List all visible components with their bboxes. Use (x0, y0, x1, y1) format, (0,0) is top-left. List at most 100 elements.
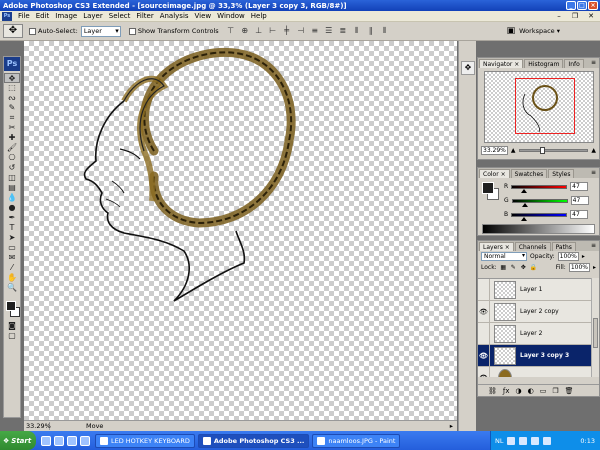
blur-tool-icon[interactable]: 💧 (4, 193, 20, 203)
color-foreground-swatch[interactable] (482, 182, 494, 194)
task-led-keyboard[interactable]: LED HOTKEY KEYBOARD (95, 433, 195, 448)
path-selection-icon[interactable]: ➤ (4, 233, 20, 243)
delete-layer-icon[interactable]: 🗑 (565, 387, 574, 395)
opacity-arrow-icon[interactable]: ▸ (582, 253, 585, 260)
quicklaunch-app-icon[interactable] (80, 435, 90, 446)
layers-scrollbar[interactable] (591, 278, 599, 377)
zoom-in-icon[interactable]: ▲ (591, 147, 596, 154)
healing-brush-icon[interactable]: ✚ (4, 133, 20, 143)
bridge-icon[interactable]: ▣ (507, 26, 516, 36)
panel-menu-icon[interactable]: ≡ (591, 242, 596, 249)
quick-selection-tool-icon[interactable]: ✎ (4, 103, 20, 113)
distribute-hcenter-icon[interactable]: ∥ (366, 26, 376, 36)
green-value-input[interactable]: 47 (570, 196, 589, 205)
blue-slider-knob[interactable] (521, 216, 528, 221)
menu-image[interactable]: Image (52, 12, 80, 20)
document-canvas[interactable] (24, 41, 457, 420)
navigator-view-box[interactable] (515, 78, 575, 134)
tray-security-icon[interactable] (531, 436, 540, 445)
opacity-input[interactable]: 100% (557, 252, 579, 261)
task-paint[interactable]: naamloos.JPG - Paint (312, 433, 401, 448)
maximize-button[interactable]: □ (577, 1, 587, 10)
layer-row[interactable]: 👁 Layer 2 copy (478, 300, 599, 323)
align-bottom-icon[interactable]: ⊥ (254, 26, 264, 36)
hand-tool-icon[interactable]: ✋ (4, 273, 20, 283)
visibility-toggle[interactable] (478, 322, 490, 345)
clone-stamp-icon[interactable]: ⎔ (4, 153, 20, 163)
fill-input[interactable]: 100% (568, 263, 590, 272)
align-left-icon[interactable]: ⊢ (268, 26, 278, 36)
distribute-bottom-icon[interactable]: ≣ (338, 26, 348, 36)
eye-icon[interactable]: 👁 (478, 300, 490, 323)
new-layer-icon[interactable]: ❐ (552, 387, 558, 395)
doc-minimize-icon[interactable]: – (554, 12, 564, 21)
doc-restore-icon[interactable]: ❐ (570, 12, 580, 21)
quick-mask-icon[interactable]: ◙ (4, 321, 20, 331)
align-right-icon[interactable]: ⊣ (296, 26, 306, 36)
tab-info[interactable]: Info (564, 59, 584, 68)
red-value-input[interactable]: 47 (570, 182, 589, 191)
navigator-thumbnail[interactable] (484, 71, 594, 143)
tab-swatches[interactable]: Swatches (510, 169, 548, 178)
foreground-color-swatch[interactable] (6, 301, 16, 311)
panel-menu-icon[interactable]: ≡ (591, 169, 596, 176)
green-slider[interactable] (511, 198, 568, 207)
lock-all-icon[interactable]: 🔒 (530, 264, 537, 271)
menu-analysis[interactable]: Analysis (157, 12, 192, 20)
lock-transparency-icon[interactable]: ▦ (500, 264, 507, 271)
menu-select[interactable]: Select (106, 12, 134, 20)
eye-icon[interactable]: 👁 (478, 366, 490, 377)
history-brush-icon[interactable]: ↺ (4, 163, 20, 173)
layer-row[interactable]: Layer 1 (478, 279, 599, 301)
blue-slider[interactable] (511, 212, 568, 221)
layers-scrollbar-thumb[interactable] (593, 318, 598, 348)
layer-row[interactable]: 👁 (478, 366, 599, 377)
layer-mask-icon[interactable]: ◑ (516, 387, 522, 395)
language-indicator[interactable]: NL (495, 437, 503, 445)
align-vcenter-icon[interactable]: ⊕ (240, 26, 250, 36)
color-swatches[interactable] (4, 299, 20, 321)
quicklaunch-desktop-icon[interactable] (41, 435, 51, 446)
eraser-tool-icon[interactable]: ◫ (4, 173, 20, 183)
tab-channels[interactable]: Channels (514, 242, 551, 251)
move-tool-icon[interactable]: ✥ (4, 73, 20, 83)
tool-presets-dock-icon[interactable]: ✥ (461, 61, 475, 75)
pen-tool-icon[interactable]: ✒ (4, 213, 20, 223)
crop-tool-icon[interactable]: ⌗ (4, 113, 20, 123)
menu-window[interactable]: Window (214, 12, 248, 20)
navigator-zoom-knob[interactable] (539, 147, 545, 154)
close-button[interactable]: × (588, 1, 598, 10)
align-top-icon[interactable]: ⊤ (226, 26, 236, 36)
menu-filter[interactable]: Filter (133, 12, 156, 20)
align-hcenter-icon[interactable]: ╪ (282, 26, 292, 36)
slice-tool-icon[interactable]: ✂ (4, 123, 20, 133)
start-button[interactable]: ❖ Start (0, 431, 36, 450)
zoom-out-icon[interactable]: ▲ (511, 147, 516, 154)
zoom-tool-icon[interactable]: 🔍 (4, 283, 20, 293)
lock-position-icon[interactable]: ✥ (520, 264, 527, 271)
marquee-tool-icon[interactable]: ⬚ (4, 83, 20, 93)
link-layers-icon[interactable]: ⛓ (488, 387, 497, 395)
menu-edit[interactable]: Edit (33, 12, 53, 20)
layer-style-icon[interactable]: ƒx (503, 387, 510, 395)
red-slider-knob[interactable] (521, 188, 528, 193)
panel-menu-icon[interactable]: ≡ (591, 59, 596, 66)
task-photoshop[interactable]: Adobe Photoshop CS3 ... (197, 433, 310, 448)
status-menu-arrow-icon[interactable]: ▸ (450, 422, 453, 430)
eyedropper-tool-icon[interactable]: ⁄ (4, 263, 20, 273)
app-icon[interactable]: Ps (2, 11, 12, 21)
gradient-tool-icon[interactable]: ▤ (4, 183, 20, 193)
show-transform-checkbox[interactable] (128, 27, 136, 35)
menu-view[interactable]: View (192, 12, 215, 20)
doc-close-icon[interactable]: ✕ (586, 12, 596, 21)
distribute-top-icon[interactable]: ≡ (310, 26, 320, 36)
layer-row-selected[interactable]: 👁 Layer 3 copy 3 (478, 344, 599, 367)
dodge-tool-icon[interactable]: ● (4, 203, 20, 213)
tray-volume-icon[interactable] (519, 436, 528, 445)
brush-tool-icon[interactable]: 🖌 (4, 143, 20, 153)
eye-icon[interactable]: 👁 (478, 344, 490, 367)
color-spectrum-bar[interactable] (482, 224, 595, 234)
red-slider[interactable] (511, 184, 568, 193)
tab-color[interactable]: Color × (479, 169, 510, 178)
lock-pixels-icon[interactable]: ✎ (510, 264, 517, 271)
